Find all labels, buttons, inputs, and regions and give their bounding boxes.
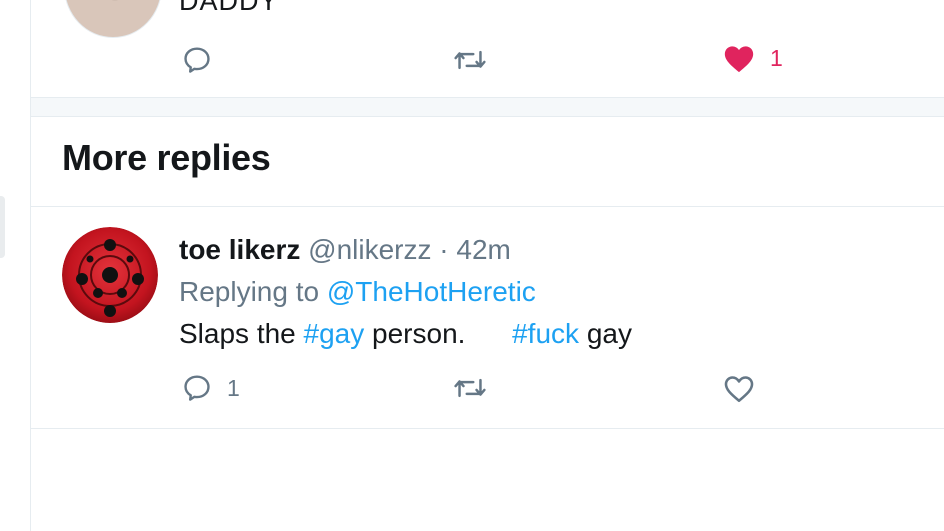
like-button[interactable] (722, 372, 770, 404)
hashtag-link[interactable]: #fuck (512, 318, 579, 349)
replying-to: Replying to @TheHotHeretic (179, 271, 632, 313)
like-button[interactable]: 1 (722, 42, 783, 74)
hashtag-link[interactable]: #gay (304, 318, 365, 349)
separator: · (439, 234, 449, 265)
reply-button[interactable]: 1 (181, 372, 240, 404)
reply-icon (184, 375, 210, 401)
retweet-button[interactable] (453, 372, 501, 404)
avatar[interactable] (64, 0, 162, 38)
tweet-text: Slaps the #gay person. #fuck gay (179, 313, 632, 355)
tweet-header: toe likerz @nlikerzz · 42m (179, 229, 632, 271)
handle[interactable]: @nlikerzz (308, 234, 431, 265)
retweet-button[interactable] (453, 44, 501, 76)
replying-to-link[interactable]: @TheHotHeretic (327, 276, 536, 307)
avatar[interactable] (62, 227, 158, 323)
tweet-author-name[interactable]: DADDY (179, 0, 279, 17)
previous-tweet[interactable]: DADDY 1 (31, 0, 944, 98)
timestamp[interactable]: 42m (456, 234, 510, 265)
section-title: More replies (62, 137, 271, 178)
retweet-icon (454, 378, 486, 398)
left-gutter (0, 0, 30, 531)
left-scroll-mark (0, 196, 5, 258)
sharingan-avatar-image (62, 227, 158, 323)
reply-button[interactable] (181, 44, 227, 76)
section-gap (31, 98, 944, 117)
reply-icon (184, 47, 210, 73)
replying-prefix: Replying to (179, 276, 320, 307)
like-count: 1 (770, 44, 783, 71)
heart-filled-icon (724, 46, 754, 73)
reply-tweet[interactable]: toe likerz @nlikerzz · 42m Replying to @… (31, 207, 944, 429)
tweet-text-segment: person. (364, 318, 513, 349)
more-replies-header: More replies (31, 117, 944, 207)
reply-count: 1 (227, 374, 240, 401)
heart-outline-icon (724, 376, 754, 403)
tweet-content: toe likerz @nlikerzz · 42m Replying to @… (179, 229, 632, 355)
retweet-icon (454, 50, 486, 70)
tweet-text-segment: Slaps the (179, 318, 304, 349)
tweet-text-segment: gay (579, 318, 632, 349)
display-name[interactable]: toe likerz (179, 234, 300, 265)
